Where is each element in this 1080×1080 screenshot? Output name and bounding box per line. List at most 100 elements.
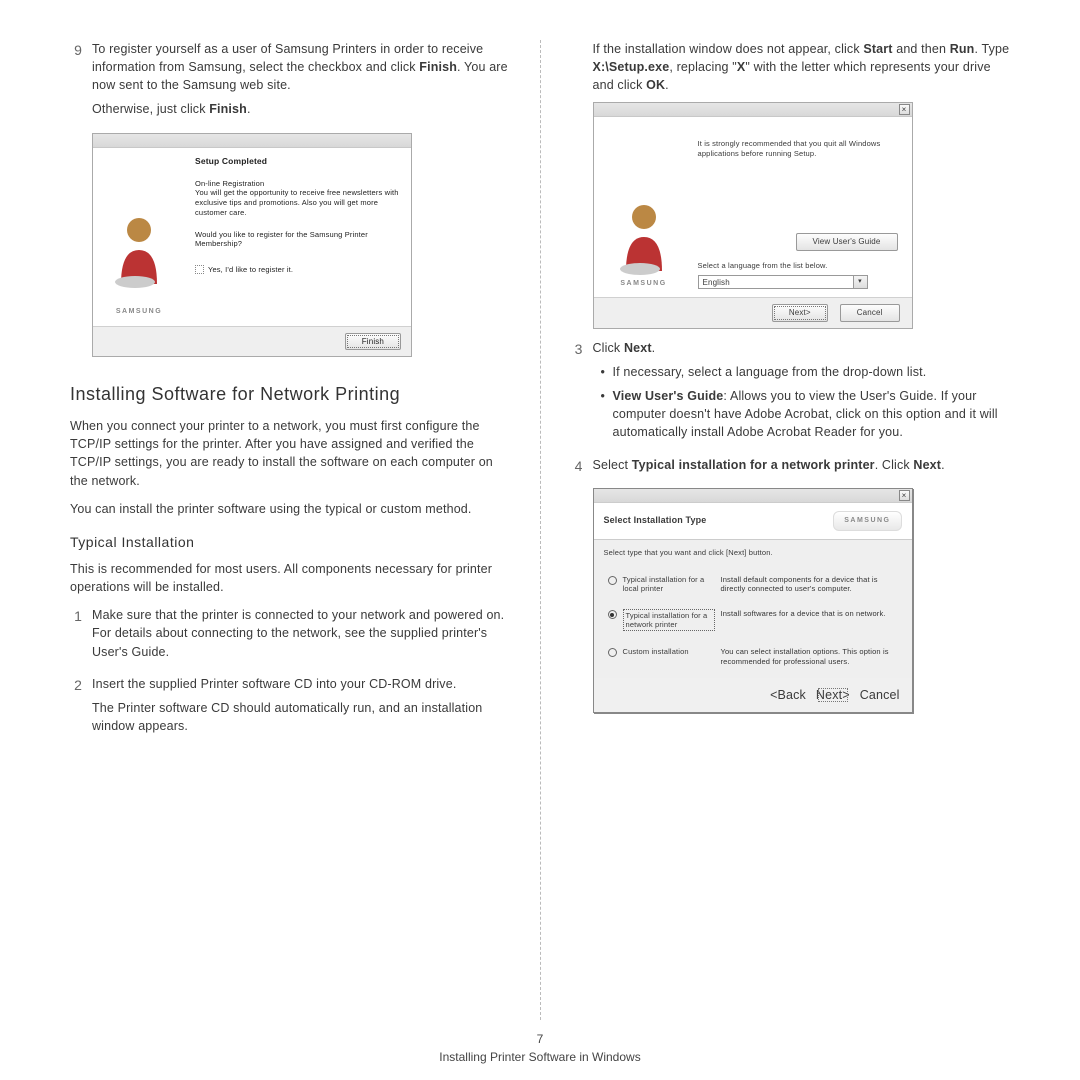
step-text: Make sure that the printer is connected …: [92, 606, 510, 660]
step-number: 3: [571, 339, 593, 448]
finish-label: Finish: [419, 60, 457, 74]
dialog-sidebar: SAMSUNG: [93, 148, 185, 326]
text: Select: [593, 458, 632, 472]
bullet-icon: •: [601, 387, 613, 441]
option-custom[interactable]: Custom installation You can select insta…: [604, 639, 902, 674]
language-select-dialog: × SAMSUNG It is strongly recommended tha…: [593, 102, 913, 329]
footer-title: Installing Printer Software in Windows: [0, 1050, 1080, 1064]
step-body: To register yourself as a user of Samsun…: [92, 40, 510, 125]
registration-text: You will get the opportunity to receive …: [195, 188, 401, 217]
bullet-icon: •: [601, 363, 613, 381]
dialog-sidebar: SAMSUNG: [594, 117, 694, 297]
dialog-title: Setup Completed: [195, 156, 401, 167]
next-label: Next: [624, 341, 652, 355]
step-1: 1 Make sure that the printer is connecte…: [70, 606, 510, 666]
subsection-heading: Typical Installation: [70, 532, 510, 552]
register-checkbox-label: Yes, I'd like to register it.: [208, 265, 293, 275]
person-icon: [614, 199, 674, 279]
dialog-titlebar: ×: [594, 489, 912, 503]
brand-logo: SAMSUNG: [620, 279, 666, 289]
right-column: If the installation window does not appe…: [541, 40, 1041, 1020]
page-footer: 7 Installing Printer Software in Windows: [0, 1032, 1080, 1064]
text: .: [652, 341, 656, 355]
step-text: Insert the supplied Printer software CD …: [92, 675, 510, 693]
text: . Click: [875, 458, 914, 472]
radio-icon[interactable]: [608, 610, 617, 619]
step-number: 9: [70, 40, 92, 125]
chevron-down-icon[interactable]: ▾: [853, 276, 867, 288]
recommendation-text: It is strongly recommended that you quit…: [698, 139, 898, 159]
brand-logo: SAMSUNG: [833, 511, 901, 531]
page-columns: 9 To register yourself as a user of Sams…: [0, 0, 1080, 1020]
typical-description: This is recommended for most users. All …: [70, 560, 510, 596]
installation-type-dialog: × Select Installation Type SAMSUNG Selec…: [593, 488, 913, 714]
view-users-guide-label: View User's Guide: [613, 389, 724, 403]
dialog-content: Setup Completed On-line Registration You…: [185, 148, 411, 326]
page-number: 7: [0, 1032, 1080, 1046]
text: , replacing ": [669, 60, 737, 74]
step-number: 4: [571, 456, 593, 480]
radio-icon[interactable]: [608, 648, 617, 657]
language-select[interactable]: English ▾: [698, 275, 868, 289]
radio-icon[interactable]: [608, 576, 617, 585]
option-description: Install default components for a device …: [721, 575, 898, 594]
next-button[interactable]: Next>: [816, 686, 850, 704]
setup-path: X:\Setup.exe: [593, 60, 670, 74]
dialog-header-title: Select Installation Type: [604, 514, 707, 527]
step-3: 3 Click Next. • If necessary, select a l…: [571, 339, 1011, 448]
cancel-button[interactable]: Cancel: [840, 304, 900, 322]
next-label: Next: [913, 458, 941, 472]
option-label: Custom installation: [623, 647, 715, 656]
bullet-item: • If necessary, select a language from t…: [601, 363, 1011, 381]
instruction-text: Select type that you want and click [Nex…: [604, 548, 902, 559]
language-label: Select a language from the list below.: [698, 261, 898, 272]
person-icon: [109, 212, 169, 292]
run-label: Run: [950, 42, 975, 56]
step-number: 1: [70, 606, 92, 666]
language-value: English: [703, 277, 730, 289]
step-number: 2: [70, 675, 92, 741]
step-4: 4 Select Typical installation for a netw…: [571, 456, 1011, 480]
next-button[interactable]: Next>: [772, 304, 828, 322]
membership-question: Would you like to register for the Samsu…: [195, 230, 401, 250]
intro-paragraph: You can install the printer software usi…: [70, 500, 510, 518]
back-button[interactable]: <Back: [770, 686, 806, 704]
finish-button[interactable]: Finish: [345, 333, 401, 351]
ok-label: OK: [646, 78, 665, 92]
text: .: [247, 102, 251, 116]
typical-network-label: Typical installation for a network print…: [632, 458, 875, 472]
section-heading: Installing Software for Network Printing: [70, 381, 510, 407]
text: Click: [593, 341, 624, 355]
registration-title: On-line Registration: [195, 179, 401, 189]
text: . Type: [974, 42, 1009, 56]
close-icon[interactable]: ×: [899, 490, 910, 501]
text: .: [941, 458, 945, 472]
brand-logo: SAMSUNG: [116, 307, 162, 317]
option-label: Typical installation for a local printer: [623, 575, 715, 593]
text: and then: [893, 42, 950, 56]
close-icon[interactable]: ×: [899, 104, 910, 115]
option-description: Install softwares for a device that is o…: [721, 609, 898, 618]
intro-paragraph: When you connect your printer to a netwo…: [70, 417, 510, 490]
option-local-printer[interactable]: Typical installation for a local printer…: [604, 567, 902, 602]
view-users-guide-button[interactable]: View User's Guide: [796, 233, 898, 251]
register-checkbox[interactable]: [195, 265, 204, 274]
text: If the installation window does not appe…: [593, 42, 864, 56]
setup-completed-dialog: SAMSUNG Setup Completed On-line Registra…: [92, 133, 412, 358]
step-text: The Printer software CD should automatic…: [92, 699, 510, 735]
finish-label: Finish: [209, 102, 247, 116]
text: .: [665, 78, 669, 92]
step-9: 9 To register yourself as a user of Sams…: [70, 40, 510, 125]
text: Otherwise, just click: [92, 102, 209, 116]
cancel-button[interactable]: Cancel: [860, 686, 900, 704]
bullet-item: • View User's Guide: Allows you to view …: [601, 387, 1011, 441]
start-label: Start: [863, 42, 892, 56]
step-2: 2 Insert the supplied Printer software C…: [70, 675, 510, 741]
dialog-titlebar: ×: [594, 103, 912, 117]
dialog-titlebar: [93, 134, 411, 148]
left-column: 9 To register yourself as a user of Sams…: [40, 40, 540, 1020]
option-network-printer[interactable]: Typical installation for a network print…: [604, 601, 902, 639]
continuation-paragraph: If the installation window does not appe…: [593, 40, 1011, 94]
bullet-text: If necessary, select a language from the…: [613, 363, 1011, 381]
option-label: Typical installation for a network print…: [623, 609, 715, 631]
